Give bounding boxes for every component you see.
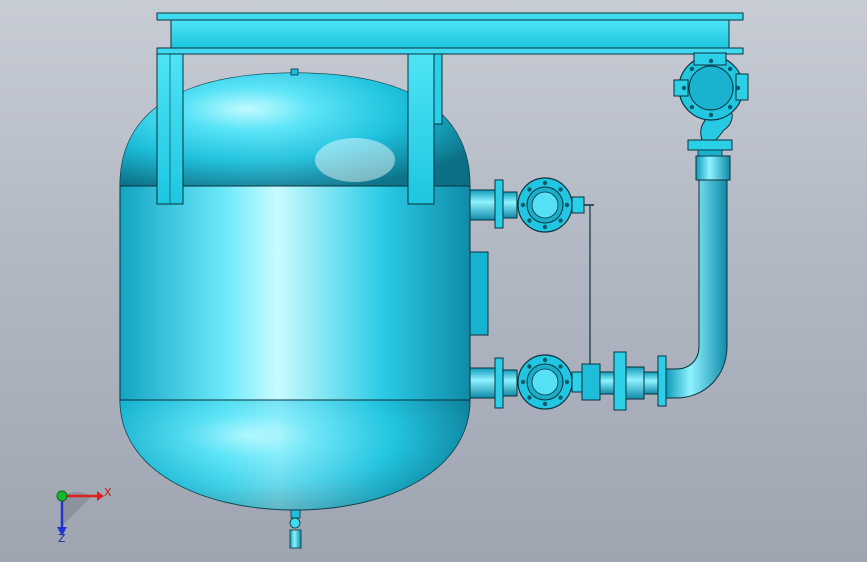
bolt-hole: [708, 58, 714, 64]
support-beam[interactable]: [156, 12, 744, 55]
bolt-hole: [727, 66, 733, 72]
bolt-hole: [542, 180, 548, 186]
x-axis-label: X: [104, 486, 112, 499]
upper-valve-assembly[interactable]: [469, 177, 594, 233]
bolt-hole: [527, 187, 532, 192]
bolt-hole: [727, 104, 733, 110]
bolt-hole: [542, 224, 548, 230]
bolt-hole: [542, 401, 548, 407]
bolt-hole: [520, 202, 526, 208]
bolt-hole: [689, 66, 695, 72]
bolt-hole: [735, 85, 741, 91]
bolt-hole: [558, 364, 563, 369]
coordinate-triad-icon: X Z: [56, 486, 112, 545]
bolt-hole: [558, 395, 563, 400]
bolt-hole: [681, 85, 687, 91]
bolt-hole: [564, 202, 570, 208]
cad-viewport[interactable]: X Z: [0, 0, 867, 562]
bolt-hole: [542, 357, 548, 363]
pump-head[interactable]: [673, 52, 749, 141]
model-scene[interactable]: X Z: [0, 0, 867, 562]
bolt-hole: [689, 104, 695, 110]
riser-pipe[interactable]: [665, 139, 733, 399]
bolt-hole: [558, 218, 563, 223]
bolt-hole: [520, 379, 526, 385]
bolt-hole: [708, 112, 714, 118]
bolt-hole: [527, 395, 532, 400]
bolt-hole: [558, 187, 563, 192]
bolt-hole: [527, 218, 532, 223]
origin-sphere-icon: [56, 490, 68, 502]
bolt-hole: [564, 379, 570, 385]
bolt-hole: [527, 364, 532, 369]
z-axis-label: Z: [58, 532, 66, 545]
